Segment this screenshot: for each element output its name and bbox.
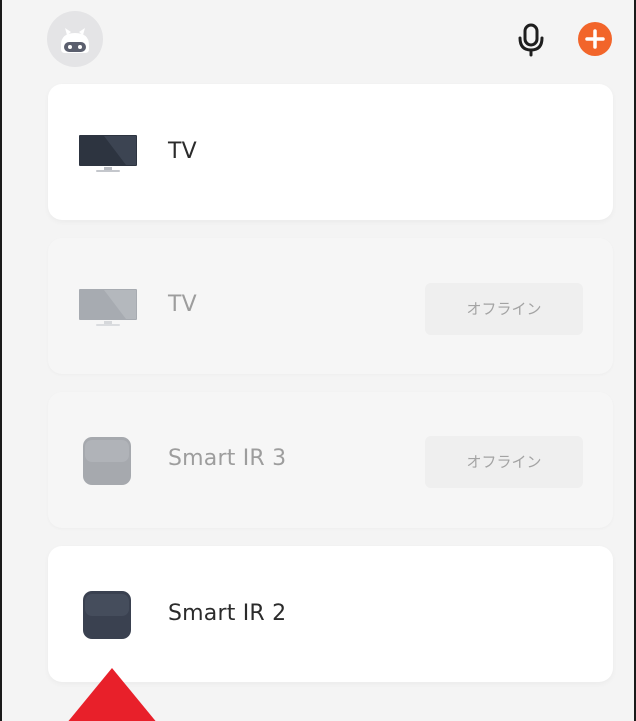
microphone-icon[interactable] xyxy=(515,23,547,57)
robot-avatar-icon[interactable] xyxy=(47,11,103,67)
device-card-tv[interactable]: TV xyxy=(48,84,613,220)
top-bar xyxy=(2,0,634,80)
device-name: TV xyxy=(168,139,197,164)
tv-icon xyxy=(79,289,137,326)
status-badge: オフライン xyxy=(425,283,583,335)
device-card-smart-ir-2[interactable]: Smart IR 2 xyxy=(48,546,613,682)
red-up-arrow-icon xyxy=(68,668,156,721)
device-name: Smart IR 2 xyxy=(168,601,287,626)
ir-hub-icon xyxy=(83,591,131,639)
tv-icon xyxy=(79,135,137,172)
status-badge: オフライン xyxy=(425,436,583,488)
device-card-smart-ir-3[interactable]: Smart IR 3 オフライン xyxy=(48,392,613,528)
plus-icon xyxy=(585,29,605,49)
device-name: TV xyxy=(168,292,197,317)
app-screen: TV TV オフライン Smart IR 3 オフライン Smart IR 2 xyxy=(0,0,636,721)
add-device-button[interactable] xyxy=(578,22,612,56)
device-name: Smart IR 3 xyxy=(168,446,287,471)
ir-hub-icon xyxy=(83,437,131,485)
device-card-tv-offline[interactable]: TV オフライン xyxy=(48,238,613,374)
